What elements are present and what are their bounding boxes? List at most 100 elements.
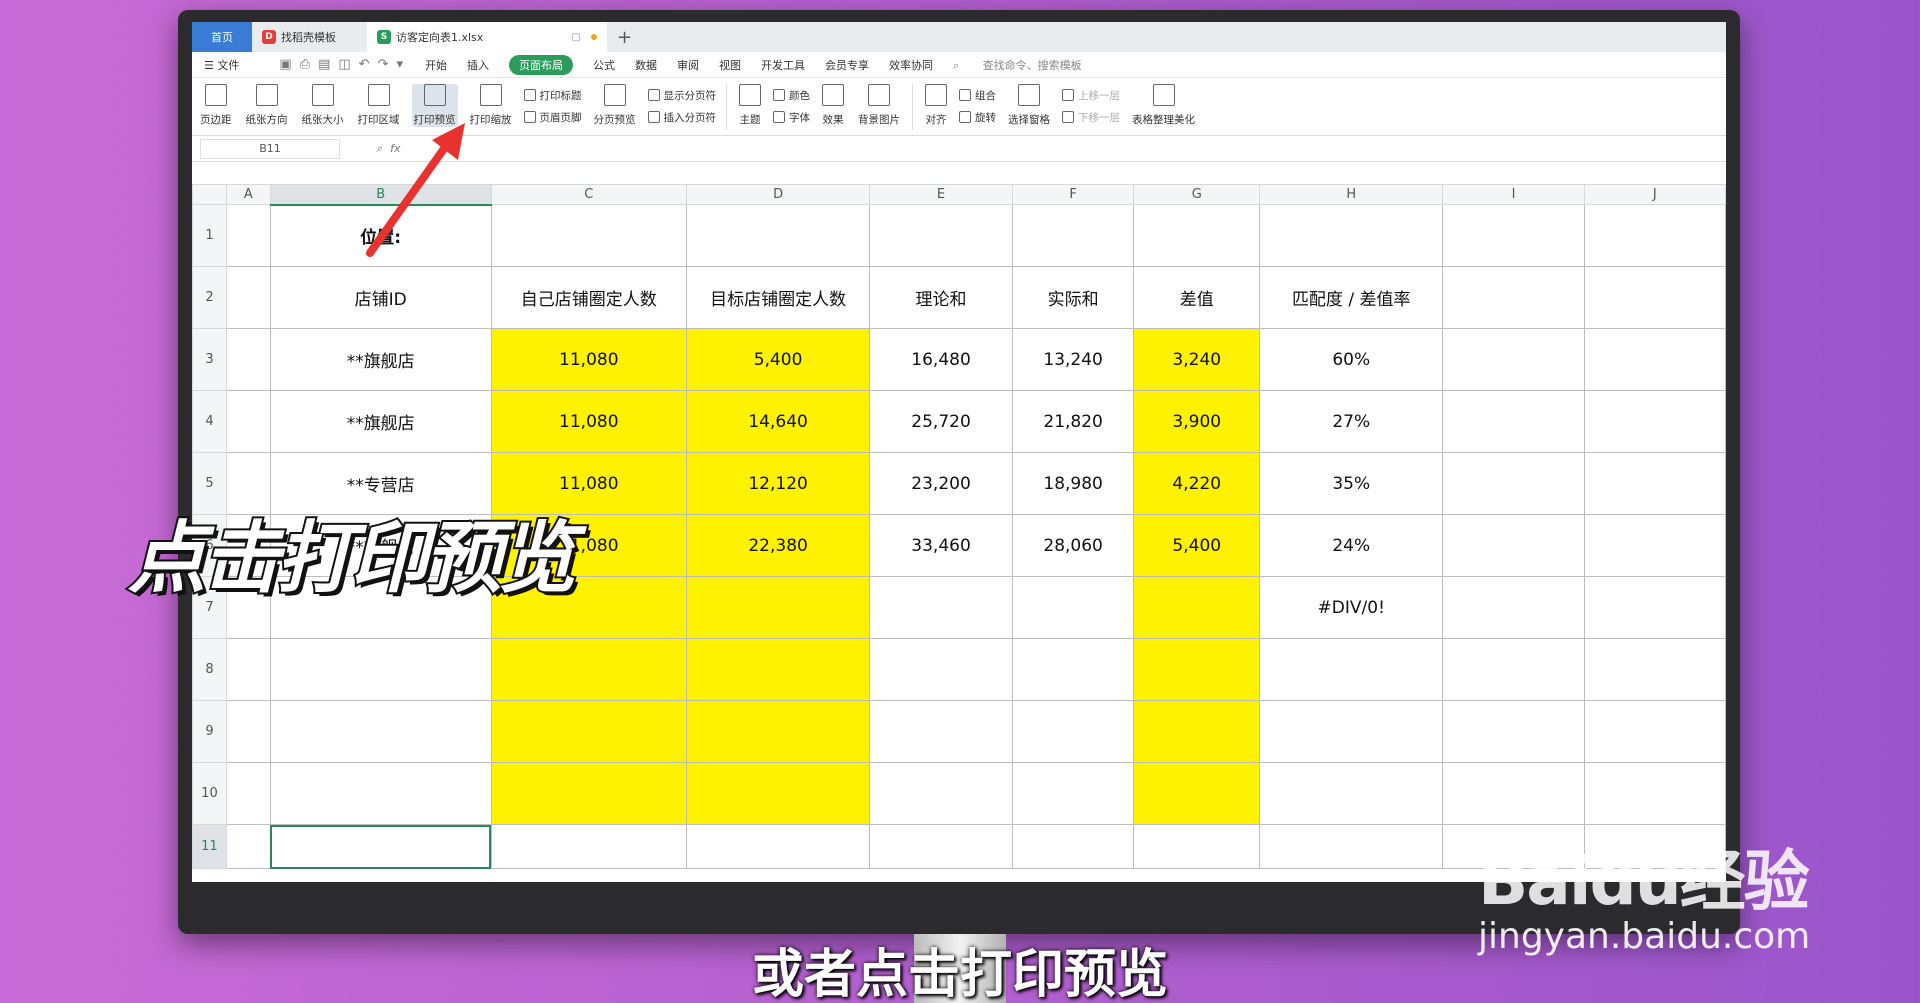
cell[interactable]: **旗舰店 [269,328,492,391]
bring-forward-button[interactable]: 上移一层 [1062,84,1120,106]
column-header[interactable]: G [1133,184,1261,205]
cell[interactable]: 4,220 [1133,452,1261,515]
colors-button[interactable]: 颜色 [773,84,810,106]
menu-file[interactable]: ☰ 文件 [204,57,259,73]
cell[interactable] [225,266,271,329]
cell[interactable] [1442,204,1585,267]
cell[interactable] [225,328,271,391]
command-search[interactable]: ⌕ 查找命令、搜索模板 [953,57,1102,73]
cell[interactable] [1583,700,1726,763]
redo-icon[interactable]: ↷ [378,57,389,72]
effects-button[interactable]: 效果 [820,84,846,127]
orientation-button[interactable]: 纸张方向 [244,84,290,127]
menu-data[interactable]: 数据 [635,57,657,73]
cell[interactable] [685,700,871,763]
export-icon[interactable]: ⎙ [300,57,310,72]
cell[interactable] [269,700,492,763]
row-header[interactable]: 2 [192,266,227,329]
row-header[interactable]: 4 [192,390,227,453]
cell[interactable]: 目标店铺圈定人数 [685,266,871,329]
insert-page-break-button[interactable]: 插入分页符 [647,106,716,128]
cell[interactable]: 60% [1259,328,1444,391]
print-icon[interactable]: ▤ [318,57,330,72]
cell[interactable] [1259,700,1444,763]
cell[interactable]: 21,820 [1011,390,1135,453]
cell[interactable] [269,824,492,869]
cell[interactable]: 12,120 [685,452,871,515]
cell[interactable]: 25,720 [869,390,1013,453]
cell[interactable]: 理论和 [869,266,1013,329]
cell[interactable]: **旗舰店 [269,390,492,453]
cell[interactable] [490,824,687,869]
selection-pane-button[interactable]: 选择窗格 [1006,84,1052,127]
align-button[interactable]: 对齐 [923,84,949,127]
window-icon[interactable]: ▢ [572,32,581,43]
column-header[interactable]: J [1583,184,1726,205]
cell[interactable]: 11,080 [490,328,687,391]
background-button[interactable]: 背景图片 [856,84,902,127]
cell[interactable]: 16,480 [869,328,1013,391]
cell[interactable]: #DIV/0! [1259,576,1444,639]
new-tab-button[interactable]: + [617,27,632,48]
cell[interactable]: 23,200 [869,452,1013,515]
cell[interactable] [685,824,871,869]
cell[interactable] [1583,204,1726,267]
save-icon[interactable]: ▣ [279,57,291,72]
row-header[interactable]: 1 [192,204,227,267]
row-header[interactable]: 3 [192,328,227,391]
preview-icon[interactable]: ◫ [338,57,350,72]
select-all-corner[interactable] [192,184,227,205]
cell[interactable] [1133,204,1261,267]
cell[interactable] [1133,824,1261,869]
group-button[interactable]: 组合 [959,84,996,106]
menu-review[interactable]: 审阅 [677,57,699,73]
header-footer-button[interactable]: 页眉页脚 [523,106,582,128]
paper-size-button[interactable]: 纸张大小 [300,84,346,127]
cell[interactable]: 22,380 [685,514,871,577]
cell[interactable] [685,638,871,701]
cell[interactable] [1011,762,1135,825]
column-header[interactable]: F [1011,184,1135,205]
menu-insert[interactable]: 插入 [467,57,489,73]
column-header[interactable]: I [1442,184,1585,205]
cell[interactable] [269,762,492,825]
cell[interactable] [1011,638,1135,701]
tab-workbook[interactable]: S 访客定向表1.xlsx ▢ [367,22,607,52]
cell[interactable]: 自己店铺圈定人数 [490,266,687,329]
menu-member[interactable]: 会员专享 [825,57,869,73]
cell[interactable] [1442,576,1585,639]
menu-view[interactable]: 视图 [719,57,741,73]
cell[interactable] [869,638,1013,701]
cell[interactable] [1583,452,1726,515]
cell[interactable] [1011,824,1135,869]
cell[interactable] [1583,266,1726,329]
cell[interactable] [1442,700,1585,763]
cell[interactable]: 实际和 [1011,266,1135,329]
show-page-breaks-checkbox[interactable]: 显示分页符 [647,84,716,106]
cell[interactable]: 27% [1259,390,1444,453]
cell[interactable] [685,576,871,639]
column-header[interactable]: H [1259,184,1444,205]
cell[interactable] [1583,576,1726,639]
cell[interactable] [1259,824,1444,869]
cell[interactable] [490,638,687,701]
cell[interactable] [225,204,271,267]
cell[interactable] [1583,762,1726,825]
menu-page-layout[interactable]: 页面布局 [509,54,573,75]
cell[interactable]: 14,640 [685,390,871,453]
cell[interactable]: 5,400 [1133,514,1261,577]
cell[interactable] [225,390,271,453]
row-header[interactable]: 10 [192,762,227,825]
cell[interactable] [1133,762,1261,825]
cell[interactable]: 35% [1259,452,1444,515]
send-backward-button[interactable]: 下移一层 [1062,106,1120,128]
cell[interactable] [1259,638,1444,701]
cell[interactable] [1442,514,1585,577]
cell[interactable]: 5,400 [685,328,871,391]
cell[interactable] [490,700,687,763]
cell[interactable] [1583,328,1726,391]
cell[interactable] [1442,452,1585,515]
menu-developer[interactable]: 开发工具 [761,57,805,73]
cell[interactable]: 差值 [1133,266,1261,329]
cell[interactable] [225,762,271,825]
